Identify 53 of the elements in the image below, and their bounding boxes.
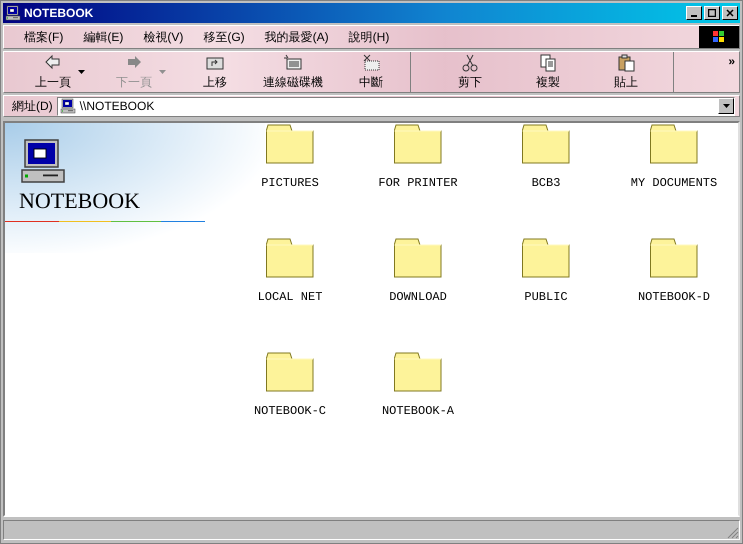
menu-item[interactable]: 檔案(F) (18, 28, 70, 46)
menu-item[interactable]: 檢視(V) (137, 28, 190, 46)
folder-icon (266, 352, 314, 392)
computer-icon (60, 98, 76, 114)
caret-icon (722, 104, 730, 108)
folder-icon (266, 124, 314, 164)
toolbar-button[interactable]: 中斷 (332, 53, 410, 91)
close-icon (726, 9, 734, 17)
computer-icon (5, 5, 21, 21)
folder-icon (650, 238, 698, 278)
dropdown-caret-icon[interactable] (78, 70, 85, 74)
folder-item[interactable]: FOR PRINTER (354, 124, 482, 238)
folder-icon (394, 124, 442, 164)
toolbar-button[interactable]: 複製 (509, 53, 587, 91)
toolbar-button[interactable]: 貼上 (587, 53, 665, 91)
folder-item[interactable]: MY DOCUMENTS (610, 124, 738, 238)
folder-item[interactable]: NOTEBOOK-A (354, 352, 482, 466)
folder-item[interactable]: PUBLIC (482, 238, 610, 352)
address-field[interactable]: \\NOTEBOOK (56, 96, 735, 116)
dropdown-button[interactable] (718, 98, 734, 114)
scissors-icon (460, 53, 480, 73)
folder-icon (394, 352, 442, 392)
folder-item[interactable]: BCB3 (482, 124, 610, 238)
folder-item[interactable]: NOTEBOOK-D (610, 238, 738, 352)
window-title: NOTEBOOK (24, 5, 94, 22)
maximize-button[interactable] (704, 6, 720, 20)
more-chevron[interactable]: » (728, 52, 735, 70)
menu-item[interactable]: 移至(G) (197, 28, 251, 46)
menu-item[interactable]: 我的最愛(A) (258, 28, 335, 46)
windows-flag-icon (712, 31, 726, 43)
folder-icon (522, 124, 570, 164)
menu-item[interactable]: 說明(H) (342, 28, 396, 46)
close-button[interactable] (722, 6, 738, 20)
maximize-icon (708, 9, 716, 17)
computer-icon (19, 137, 67, 185)
folder-icon (650, 124, 698, 164)
toolbar-button[interactable]: 上一頁 (14, 53, 92, 91)
resize-grip-icon[interactable] (727, 527, 739, 539)
folder-icon (522, 238, 570, 278)
address-label: 網址(D) (12, 98, 53, 115)
folder-item[interactable]: DOWNLOAD (354, 238, 482, 352)
toolbar-button[interactable]: 連線磁碟機 (254, 53, 332, 91)
folder-item[interactable]: NOTEBOOK-C (226, 352, 354, 466)
sidebar-title: NOTEBOOK (19, 187, 141, 214)
menu-item[interactable]: 編輯(E) (77, 28, 130, 46)
folder-icon (266, 238, 314, 278)
folder-item[interactable]: PICTURES (226, 124, 354, 238)
disconnect-icon (361, 53, 381, 73)
minimize-button[interactable] (686, 6, 702, 20)
folder-item[interactable]: LOCAL NET (226, 238, 354, 352)
toolbar-button[interactable]: 剪下 (431, 53, 509, 91)
folder-icon (394, 238, 442, 278)
toolbar-button[interactable]: 上移 (176, 53, 254, 91)
